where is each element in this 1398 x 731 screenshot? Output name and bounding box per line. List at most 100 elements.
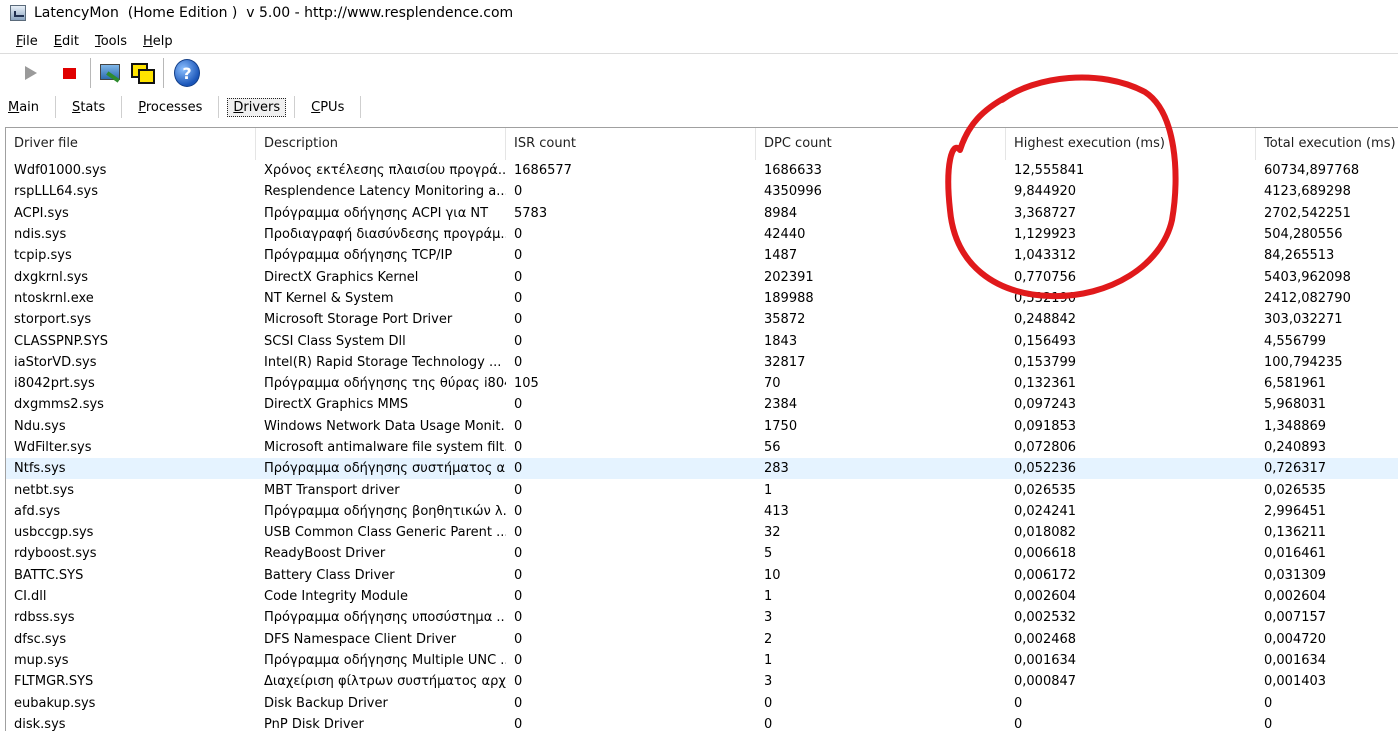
windows-icon bbox=[130, 61, 155, 85]
monitor-button[interactable] bbox=[97, 60, 123, 86]
table-row[interactable]: mup.sys Πρόγραμμα οδήγησης Multiple UNC .… bbox=[6, 650, 1398, 671]
cell-driver-file: CLASSPNP.SYS bbox=[14, 333, 108, 349]
cell-total-execution: 5,968031 bbox=[1264, 397, 1327, 413]
cell-description: SCSI Class System Dll bbox=[264, 333, 406, 349]
table-row[interactable]: FLTMGR.SYS Διαχείριση φίλτρων συστήματος … bbox=[6, 671, 1398, 692]
cell-highest-execution: 0,002604 bbox=[1014, 589, 1077, 605]
cell-description: DirectX Graphics MMS bbox=[264, 397, 409, 413]
column-header-dpc-count[interactable]: DPC count bbox=[756, 128, 1006, 160]
tab-drivers[interactable]: Drivers bbox=[227, 97, 287, 117]
cell-driver-file: mup.sys bbox=[14, 652, 69, 668]
table-row[interactable]: Wdf01000.sys Χρόνος εκτέλεσης πλαισίου πρ… bbox=[6, 160, 1398, 181]
cell-driver-file: ACPI.sys bbox=[14, 205, 69, 221]
cell-description: Resplendence Latency Monitoring a... bbox=[264, 184, 506, 200]
cell-dpc-count: 0 bbox=[764, 695, 773, 711]
table-row[interactable]: storport.sys Microsoft Storage Port Drive… bbox=[6, 309, 1398, 330]
table-row[interactable]: eubakup.sys Disk Backup Driver 0 0 0 0 bbox=[6, 692, 1398, 713]
cell-total-execution: 0,016461 bbox=[1264, 546, 1327, 562]
cell-description: Πρόγραμμα οδήγησης συστήματος α... bbox=[264, 461, 506, 477]
table-row[interactable]: afd.sys Πρόγραμμα οδήγησης βοηθητικών λ..… bbox=[6, 501, 1398, 522]
table-row[interactable]: tcpip.sys Πρόγραμμα οδήγησης TCP/IP 0 1487 1… bbox=[6, 245, 1398, 266]
table-row[interactable]: CI.dll Code Integrity Module 0 1 0,002604 0,0… bbox=[6, 586, 1398, 607]
cell-highest-execution: 0,091853 bbox=[1014, 418, 1077, 434]
table-row[interactable]: i8042prt.sys Πρόγραμμα οδήγησης της θύρας… bbox=[6, 373, 1398, 394]
cell-highest-execution: 0,156493 bbox=[1014, 333, 1077, 349]
title-bar: LatencyMon (Home Edition ) v 5.00 - http… bbox=[0, 0, 1398, 26]
menu-help[interactable]: Help bbox=[143, 34, 173, 49]
cell-highest-execution: 0,532190 bbox=[1014, 290, 1077, 306]
column-header-driver-file[interactable]: Driver file bbox=[6, 128, 256, 160]
cell-isr-count: 0 bbox=[514, 354, 523, 370]
cell-total-execution: 84,265513 bbox=[1264, 248, 1335, 264]
tab-processes[interactable]: Processes bbox=[130, 98, 210, 117]
window-title: LatencyMon (Home Edition ) v 5.00 - http… bbox=[34, 5, 514, 21]
cell-highest-execution: 0,248842 bbox=[1014, 312, 1077, 328]
table-row[interactable]: dxgmms2.sys DirectX Graphics MMS 0 2384 0,09… bbox=[6, 394, 1398, 415]
cell-driver-file: Ntfs.sys bbox=[14, 461, 66, 477]
cell-dpc-count: 70 bbox=[764, 376, 781, 392]
menu-edit[interactable]: Edit bbox=[54, 34, 79, 49]
cell-total-execution: 0,002604 bbox=[1264, 589, 1327, 605]
cell-isr-count: 0 bbox=[514, 525, 523, 541]
list-header: Driver file Description ISR count DPC co… bbox=[6, 128, 1398, 160]
cell-total-execution: 0,240893 bbox=[1264, 440, 1327, 455]
column-header-description[interactable]: Description bbox=[256, 128, 506, 160]
cell-description: Battery Class Driver bbox=[264, 567, 395, 583]
cell-dpc-count: 189988 bbox=[764, 290, 814, 306]
column-header-total-execution[interactable]: Total execution (ms) bbox=[1256, 128, 1398, 160]
table-row[interactable]: netbt.sys MBT Transport driver 0 1 0,026535 0… bbox=[6, 479, 1398, 500]
windows-button[interactable] bbox=[129, 60, 155, 86]
table-row[interactable]: WdFilter.sys Microsoft antimalware file s… bbox=[6, 437, 1398, 458]
menu-bar: File Edit Tools Help bbox=[0, 29, 1398, 54]
menu-tools[interactable]: Tools bbox=[95, 34, 127, 49]
table-row[interactable]: ACPI.sys Πρόγραμμα οδήγησης ACPI για NT 57… bbox=[6, 203, 1398, 224]
table-row[interactable]: rspLLL64.sys Resplendence Latency Monitor… bbox=[6, 181, 1398, 202]
table-row[interactable]: dfsc.sys DFS Namespace Client Driver 0 2 0,0… bbox=[6, 629, 1398, 650]
cell-dpc-count: 1750 bbox=[764, 418, 798, 434]
column-header-isr-count[interactable]: ISR count bbox=[506, 128, 756, 160]
table-row[interactable]: Ndu.sys Windows Network Data Usage Monit.… bbox=[6, 416, 1398, 437]
cell-total-execution: 0,001403 bbox=[1264, 674, 1327, 690]
table-row[interactable]: dxgkrnl.sys DirectX Graphics Kernel 0 20239… bbox=[6, 266, 1398, 287]
tab-stats[interactable]: Stats bbox=[64, 98, 113, 117]
cell-isr-count: 0 bbox=[514, 631, 523, 647]
tab-cpus[interactable]: CPUs bbox=[303, 98, 352, 117]
table-row[interactable]: ntoskrnl.exe NT Kernel & System 0 189988 0,5… bbox=[6, 288, 1398, 309]
table-row[interactable]: CLASSPNP.SYS SCSI Class System Dll 0 1843 0,… bbox=[6, 330, 1398, 351]
table-row[interactable]: disk.sys PnP Disk Driver 0 0 0 0 bbox=[6, 714, 1398, 731]
menu-file[interactable]: File bbox=[16, 34, 38, 49]
cell-isr-count: 105 bbox=[514, 376, 539, 392]
table-row[interactable]: rdyboost.sys ReadyBoost Driver 0 5 0,006618 0… bbox=[6, 543, 1398, 564]
table-row[interactable]: iaStorVD.sys Intel(R) Rapid Storage Techn… bbox=[6, 352, 1398, 373]
cell-highest-execution: 0,052236 bbox=[1014, 461, 1077, 477]
cell-isr-count: 0 bbox=[514, 695, 523, 711]
help-button[interactable]: ? bbox=[174, 59, 200, 87]
table-row[interactable]: BATTC.SYS Battery Class Driver 0 10 0,006172… bbox=[6, 565, 1398, 586]
cell-total-execution: 2702,542251 bbox=[1264, 205, 1351, 221]
cell-dpc-count: 0 bbox=[764, 716, 773, 731]
cell-highest-execution: 0 bbox=[1014, 695, 1023, 711]
cell-dpc-count: 8984 bbox=[764, 205, 798, 221]
tab-main[interactable]: Main bbox=[0, 98, 47, 117]
cell-driver-file: Wdf01000.sys bbox=[14, 163, 107, 179]
cell-dpc-count: 1 bbox=[764, 482, 773, 498]
cell-dpc-count: 202391 bbox=[764, 269, 814, 285]
cell-highest-execution: 0 bbox=[1014, 716, 1023, 731]
cell-driver-file: eubakup.sys bbox=[14, 695, 96, 711]
table-row[interactable]: usbccgp.sys USB Common Class Generic Pare… bbox=[6, 522, 1398, 543]
start-button[interactable] bbox=[18, 60, 44, 86]
table-row[interactable]: rdbss.sys Πρόγραμμα οδήγησης υποσύστημα .… bbox=[6, 607, 1398, 628]
stop-button[interactable] bbox=[56, 60, 82, 86]
cell-dpc-count: 56 bbox=[764, 440, 781, 455]
drivers-list[interactable]: Driver file Description ISR count DPC co… bbox=[5, 127, 1398, 731]
cell-description: NT Kernel & System bbox=[264, 290, 394, 306]
cell-description: ReadyBoost Driver bbox=[264, 546, 386, 562]
cell-isr-count: 0 bbox=[514, 418, 523, 434]
cell-driver-file: rspLLL64.sys bbox=[14, 184, 99, 200]
play-icon bbox=[25, 66, 37, 80]
table-row[interactable]: ndis.sys Προδιαγραφή διασύνδεσης προγράμ.… bbox=[6, 224, 1398, 245]
column-header-highest-execution[interactable]: Highest execution (ms) bbox=[1006, 128, 1256, 160]
cell-dpc-count: 283 bbox=[764, 461, 789, 477]
cell-highest-execution: 0,024241 bbox=[1014, 503, 1077, 519]
table-row[interactable]: Ntfs.sys Πρόγραμμα οδήγησης συστήματος α.… bbox=[6, 458, 1398, 480]
